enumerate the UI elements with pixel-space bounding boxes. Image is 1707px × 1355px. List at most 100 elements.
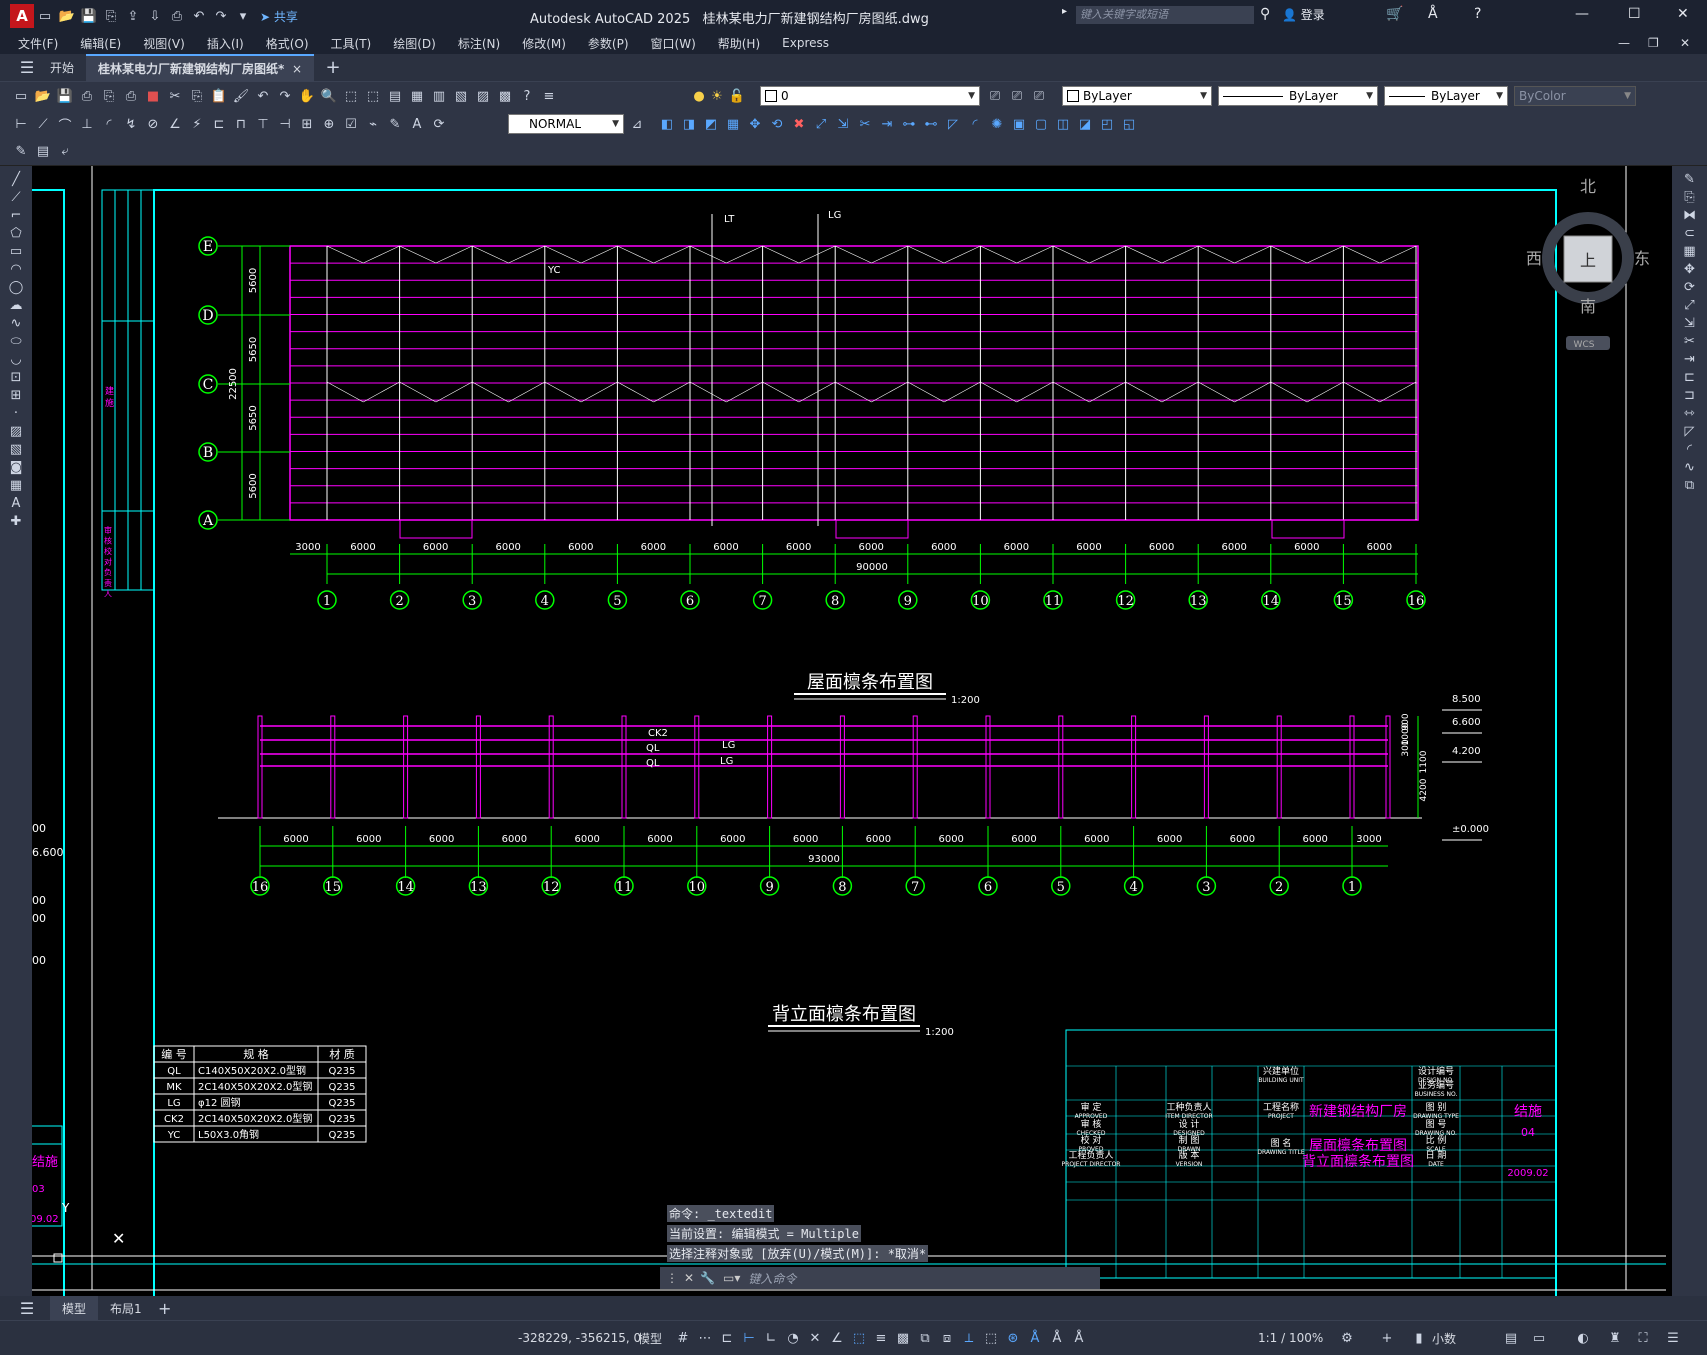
viewcube-south[interactable]: 南 — [1580, 297, 1596, 316]
polygon-icon[interactable]: ⬠ — [7, 224, 25, 242]
tolerance-icon[interactable]: ⊞ — [298, 115, 316, 133]
tab-model[interactable]: 模型 — [50, 1296, 99, 1320]
menu-file[interactable]: 文件(F) — [18, 35, 58, 52]
command-customize-icon[interactable]: 🔧 — [700, 1271, 715, 1285]
tb-designcenter-icon[interactable]: ▦ — [408, 87, 426, 105]
polyline-icon[interactable]: ⌐ — [7, 206, 25, 224]
graphics-performance-icon[interactable]: ♜ — [1606, 1329, 1624, 1347]
lineweight-dropdown[interactable]: ByLayer ▼ — [1384, 86, 1508, 106]
tb-copy-icon[interactable]: ⎘ — [188, 87, 206, 105]
r-explode-icon[interactable]: ⧉ — [1681, 476, 1699, 494]
menu-edit[interactable]: 编辑(E) — [80, 35, 121, 52]
tb-zoom-prev-icon[interactable]: ⬚ — [364, 87, 382, 105]
snap-icon[interactable]: ⋯ — [696, 1329, 714, 1347]
layer-lock-icon[interactable]: 🔓 — [728, 87, 746, 105]
tb-new-icon[interactable]: ▭ — [12, 87, 30, 105]
ellipse-arc-icon[interactable]: ◡ — [7, 350, 25, 368]
mtext-icon[interactable]: A — [7, 494, 25, 512]
dim-update-icon[interactable]: ⟳ — [430, 115, 448, 133]
quick-properties-icon[interactable]: ▤ — [1502, 1329, 1520, 1347]
tb-redo-icon[interactable]: ↷ — [276, 87, 294, 105]
tb-save-icon[interactable]: 💾 — [56, 87, 74, 105]
dynamic-ucs-icon[interactable]: ⟂ — [960, 1329, 978, 1347]
extend-icon[interactable]: ⇥ — [878, 115, 896, 133]
layer-previous-icon[interactable]: ⎚ — [1008, 87, 1026, 105]
tab-close-icon[interactable]: × — [292, 62, 302, 76]
dim-continue-icon[interactable]: ⊓ — [232, 115, 250, 133]
color-dropdown[interactable]: ByLayer ▼ — [1062, 86, 1212, 106]
dim-linear-icon[interactable]: ⊢ — [12, 115, 30, 133]
wcs-menu[interactable]: WCS — [1574, 340, 1595, 350]
move-icon[interactable]: ✥ — [746, 115, 764, 133]
line-icon[interactable]: ╱ — [7, 170, 25, 188]
tb-cut-icon[interactable]: ✂ — [166, 87, 184, 105]
dim-baseline-icon[interactable]: ⊏ — [210, 115, 228, 133]
tb-layer-manager-icon[interactable]: ≡ — [540, 87, 558, 105]
new-file-icon[interactable]: ▭ — [36, 7, 54, 25]
tb-plot-icon[interactable]: ⎙ — [78, 87, 96, 105]
clean-screen-icon[interactable]: ⛶ — [1634, 1329, 1652, 1347]
group-icon[interactable]: ▣ — [1010, 115, 1028, 133]
command-input[interactable]: 键入命令 — [748, 1270, 796, 1287]
make-block-icon[interactable]: ⊞ — [7, 386, 25, 404]
menu-draw[interactable]: 绘图(D) — [393, 35, 436, 52]
units-dropdown[interactable]: 小数 — [1432, 1330, 1456, 1347]
tab-start[interactable]: 开始 — [38, 54, 86, 82]
selection-filter-icon[interactable]: ⬚ — [982, 1329, 1000, 1347]
plot-icon[interactable]: ⎙ — [168, 7, 186, 25]
open-from-web-icon[interactable]: ⇪ — [124, 7, 142, 25]
circle-icon[interactable]: ◯ — [7, 278, 25, 296]
dim-break-icon[interactable]: ⊣ — [276, 115, 294, 133]
jogged-linear-icon[interactable]: ⌁ — [364, 115, 382, 133]
customization-icon[interactable]: ☰ — [1664, 1329, 1682, 1347]
viewcube-east[interactable]: 东 — [1634, 249, 1650, 268]
r-erase-icon[interactable]: ✎ — [1681, 170, 1699, 188]
region-icon[interactable]: ◙ — [7, 458, 25, 476]
tb-help-icon[interactable]: ? — [518, 87, 536, 105]
lock-ui-icon[interactable]: ▭ — [1530, 1329, 1548, 1347]
viewcube[interactable]: 上 北 南 东 西 WCS — [1526, 177, 1650, 350]
dim-aligned-icon[interactable]: ⟋ — [34, 115, 52, 133]
isolate-objects-icon[interactable]: ◐ — [1574, 1329, 1592, 1347]
ellipse-icon[interactable]: ⬭ — [7, 332, 25, 350]
r-chamfer-icon[interactable]: ◸ — [1681, 422, 1699, 440]
r-scale-icon[interactable]: ⤢ — [1681, 296, 1699, 314]
command-grip-icon[interactable]: ⋮ — [666, 1271, 678, 1285]
annotation-monitor-icon[interactable]: + — [1378, 1329, 1396, 1347]
gradient-icon[interactable]: ▧ — [7, 440, 25, 458]
tb-zoom-realtime-icon[interactable]: 🔍 — [320, 87, 338, 105]
viewcube-west[interactable]: 西 — [1526, 249, 1542, 268]
layout-menu-icon[interactable]: ☰ — [18, 1299, 36, 1318]
ortho-icon[interactable]: ∟ — [762, 1329, 780, 1347]
menu-help[interactable]: 帮助(H) — [718, 35, 760, 52]
menu-tools[interactable]: 工具(T) — [331, 35, 372, 52]
close-window-button[interactable]: ✕ — [1677, 6, 1689, 22]
arc-icon[interactable]: ◠ — [7, 260, 25, 278]
annotation-scale-icon[interactable]: Å — [1070, 1329, 1088, 1347]
add-selected-icon[interactable]: ✚ — [7, 512, 25, 530]
lineweight-icon[interactable]: ≡ — [872, 1329, 890, 1347]
dim-radius-icon[interactable]: ◜ — [100, 115, 118, 133]
menu-dimension[interactable]: 标注(N) — [458, 35, 500, 52]
table-icon[interactable]: ▦ — [7, 476, 25, 494]
annotation-visibility-icon[interactable]: Å — [1026, 1329, 1044, 1347]
annotation-scale[interactable]: 1:1 / 100% — [1258, 1331, 1323, 1345]
model-space-toggle[interactable]: 模型 — [638, 1330, 662, 1347]
search-icon[interactable]: ⚲ — [1260, 6, 1270, 22]
menu-parametric[interactable]: 参数(P) — [588, 35, 629, 52]
multileader-style-icon[interactable]: ⤶ — [56, 143, 74, 161]
dim-ordinate-icon[interactable]: ⊥ — [78, 115, 96, 133]
ungroup-icon[interactable]: ▢ — [1032, 115, 1050, 133]
chamfer-icon[interactable]: ◸ — [944, 115, 962, 133]
r-copy-icon[interactable]: ⎘ — [1681, 188, 1699, 206]
undo-icon[interactable]: ↶ — [190, 7, 208, 25]
menu-express[interactable]: Express — [782, 36, 829, 50]
r-blend-icon[interactable]: ∿ — [1681, 458, 1699, 476]
workspace-gear-icon[interactable]: ⚙ — [1338, 1329, 1356, 1347]
array-icon[interactable]: ▦ — [724, 115, 742, 133]
layer-states-icon[interactable]: ⎚ — [1030, 87, 1048, 105]
hamburger-menu-icon[interactable]: ☰ — [18, 58, 36, 77]
viewcube-face[interactable]: 上 — [1580, 251, 1596, 270]
new-tab-icon[interactable]: + — [324, 57, 342, 78]
dim-text-edit-icon[interactable]: A — [408, 115, 426, 133]
